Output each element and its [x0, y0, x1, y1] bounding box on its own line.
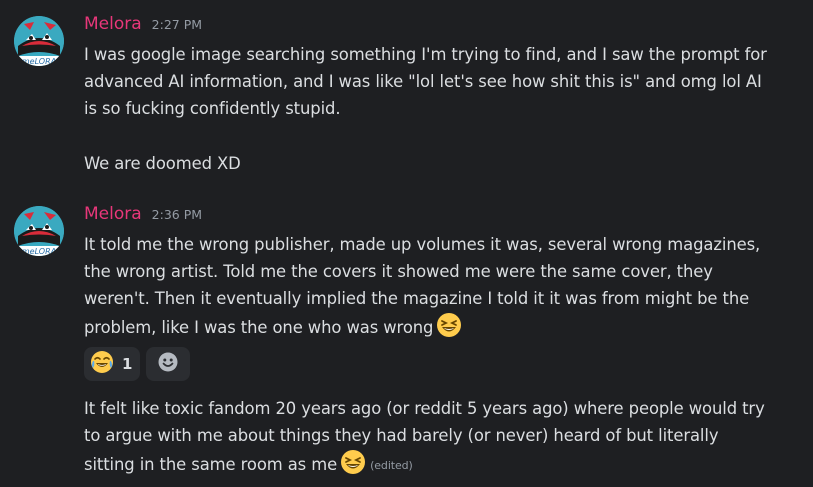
reaction-button[interactable]: 1 — [84, 347, 141, 381]
edited-label[interactable]: (edited) — [370, 459, 413, 472]
message-content: I was google image searching something I… — [84, 41, 796, 122]
message-line: I was google image searching something I… — [84, 45, 767, 64]
reactions-bar: 1 — [84, 347, 191, 381]
message-content: We are doomed XD — [84, 150, 796, 177]
avatar[interactable]: meLORA — [14, 206, 64, 256]
message-line: is so fucking confidently stupid. — [84, 99, 341, 118]
laughing-face-icon[interactable] — [340, 449, 366, 483]
message-line: to argue with me about things they had b… — [84, 426, 719, 445]
add-reaction-smiley-icon — [157, 351, 179, 377]
svg-text:meLORA: meLORA — [22, 57, 56, 66]
timestamp[interactable]: 2:27 PM — [152, 17, 202, 32]
message-line: It told me the wrong publisher, made up … — [84, 235, 761, 254]
username[interactable]: Melora — [84, 14, 142, 34]
avatar[interactable]: meLORA — [14, 16, 64, 66]
message-line: problem, like I was the one who was wron… — [84, 318, 434, 337]
message-line: We are doomed XD — [84, 154, 241, 173]
message-header: Melora 2:36 PM — [84, 204, 202, 228]
reaction-count: 1 — [122, 355, 133, 373]
message-content: It felt like toxic fandom 20 years ago (… — [84, 395, 796, 483]
timestamp[interactable]: 2:36 PM — [152, 207, 202, 222]
message-line-with-emoji: problem, like I was the one who was wron… — [84, 312, 796, 346]
chat-messages: meLORA Melora 2:27 PM I was google image… — [0, 0, 813, 487]
laughing-face-icon[interactable] — [436, 312, 462, 346]
add-reaction-button[interactable] — [146, 347, 191, 381]
message-header: Melora 2:27 PM — [84, 14, 202, 38]
message-line: sitting in the same room as me — [84, 455, 338, 474]
message-line: weren't. Then it eventually implied the … — [84, 289, 750, 308]
avatar-image: meLORA — [14, 16, 64, 66]
message-line: the wrong artist. Told me the covers it … — [84, 262, 713, 281]
message-line: It felt like toxic fandom 20 years ago (… — [84, 399, 765, 418]
message-line: advanced AI information, and I was like … — [84, 72, 762, 91]
message-content: It told me the wrong publisher, made up … — [84, 231, 796, 346]
joy-face-icon — [90, 350, 114, 378]
message-line-with-emoji: sitting in the same room as me (edited) — [84, 449, 796, 483]
username[interactable]: Melora — [84, 204, 142, 224]
svg-text:meLORA: meLORA — [22, 247, 56, 256]
avatar-image: meLORA — [14, 206, 64, 256]
